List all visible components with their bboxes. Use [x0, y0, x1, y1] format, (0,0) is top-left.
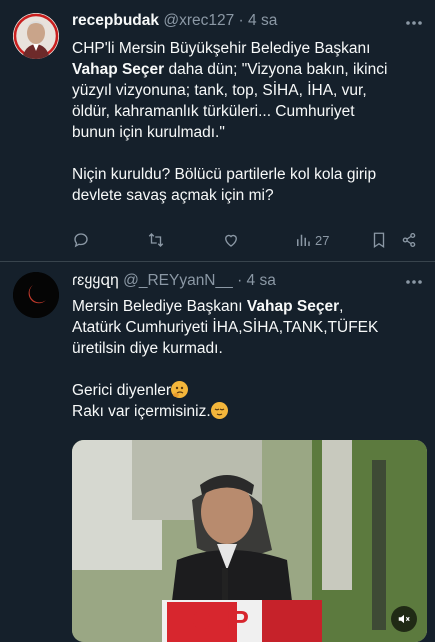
tweet-line-start: Mersin Belediye Başkanı — [72, 298, 243, 315]
more-icon[interactable] — [405, 16, 423, 30]
author-handle[interactable]: @_REYyanN__ — [123, 272, 233, 289]
podium-text: CHP — [192, 605, 250, 635]
bookmark-icon — [373, 232, 385, 249]
author-name[interactable]: ɾɛყყզη — [72, 272, 119, 289]
reply-button[interactable] — [72, 228, 90, 252]
like-icon — [225, 234, 237, 247]
tweet-text: CHP'li Mersin Büyükşehir Belediye Başkan… — [72, 38, 424, 206]
tweet-line: Mersin Belediye Başkanı Vahap Seçer, — [72, 296, 424, 317]
mentioned-name: Vahap Seçer — [72, 61, 165, 78]
thinking-emoji — [171, 381, 189, 398]
more-icon[interactable] — [405, 275, 423, 289]
avatar[interactable] — [13, 272, 59, 318]
author-handle[interactable]: @xrec127 — [163, 12, 234, 29]
tweet-line: üretilsin diye kurmadı. — [72, 340, 223, 357]
tweet-header: recepbudak @xrec127 · 4 sa — [72, 12, 277, 30]
retweet-button[interactable] — [147, 228, 165, 252]
tweet-line-text: Rakı var içermisiniz. — [72, 403, 211, 420]
tweet-line: Vahap Seçer daha dün; "Vizyona bakın, ik… — [72, 59, 424, 80]
tweet-line: öldür, kahramanlık türküleri... Cumhuriy… — [72, 103, 355, 120]
like-button[interactable] — [222, 228, 240, 252]
tweet-text: Mersin Belediye Başkanı Vahap Seçer, Ata… — [72, 296, 424, 422]
author-name[interactable]: recepbudak — [72, 12, 159, 29]
share-icon — [402, 232, 416, 248]
share-button[interactable] — [400, 228, 418, 252]
action-bar: 27 — [72, 228, 422, 252]
tweet-line: devlete savaş açmak için mi? — [72, 187, 274, 204]
tweet-line: Niçin kuruldu? Bölücü partilerle kol kol… — [72, 166, 377, 183]
timestamp[interactable]: 4 sa — [247, 272, 276, 289]
tweet-line: bunun için kurulmadı." — [72, 124, 225, 141]
avatar[interactable] — [13, 13, 59, 59]
tweet-header: ɾɛყყզη @_REYyanN__ · 4 sa — [72, 271, 276, 290]
tweet-line: yüzyıl vizyonuna; tank, top, SİHA, İHA, … — [72, 82, 367, 99]
tweet-line: Atatürk Cumhuriyeti İHA,SİHA,TANK,TÜFEK — [72, 319, 379, 336]
tweet-line: CHP'li Mersin Büyükşehir Belediye Başkan… — [72, 40, 371, 57]
separator: · — [238, 12, 244, 29]
tweet-line: Rakı var içermisiniz. — [72, 401, 424, 422]
separator: · — [237, 272, 243, 289]
retweet-icon — [148, 233, 164, 247]
views-count: 27 — [315, 232, 330, 248]
mute-icon — [398, 614, 410, 624]
tweet-line-text: Gerici diyenler — [72, 382, 172, 399]
reply-icon — [74, 233, 88, 248]
timestamp[interactable]: 4 sa — [248, 12, 277, 29]
mentioned-name: Vahap Seçer — [246, 298, 340, 315]
video-player[interactable]: CHP — [72, 440, 427, 642]
bookmark-button[interactable] — [370, 228, 388, 252]
mute-button[interactable] — [391, 606, 417, 632]
views-icon — [297, 234, 310, 246]
tweet-line: Gerici diyenler — [72, 380, 424, 401]
views-button[interactable]: 27 — [294, 228, 329, 252]
relieved-emoji — [210, 402, 228, 419]
punctuation: , — [339, 298, 344, 315]
tweet-line-rest: daha dün; "Vizyona bakın, ikinci — [168, 61, 388, 78]
